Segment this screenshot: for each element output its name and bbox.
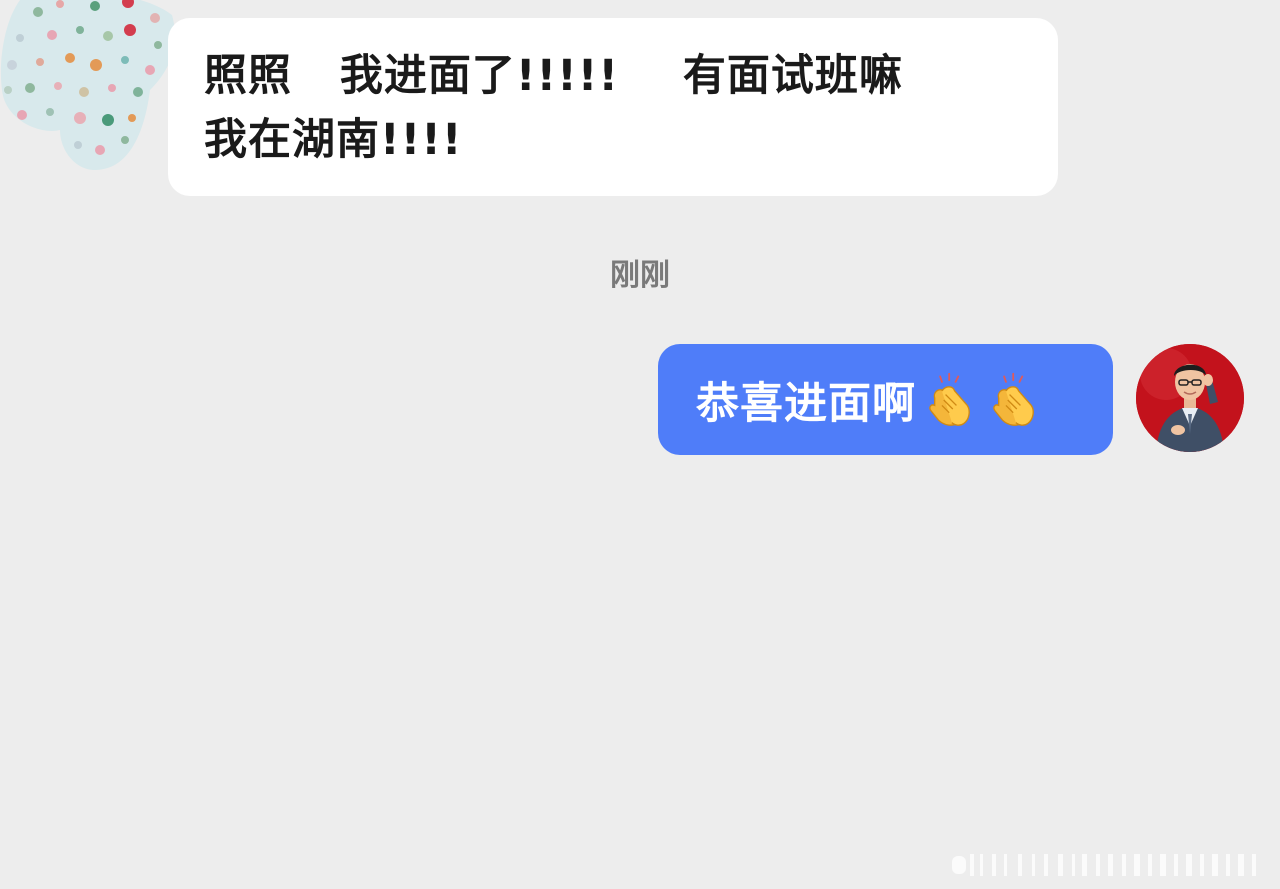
outgoing-message-bubble[interactable]: 恭喜进面啊: [658, 344, 1113, 455]
incoming-message-line: 照照 我进面了!!!!! 有面试班嘛: [204, 51, 903, 101]
incoming-message-bubble[interactable]: 照照 我进面了!!!!! 有面试班嘛 我在湖南!!!!: [168, 18, 1058, 196]
clapping-hands-icon: [922, 371, 980, 429]
outgoing-message-text: 恭喜进面啊: [696, 378, 916, 429]
chat-area: 照照 我进面了!!!!! 有面试班嘛 我在湖南!!!! 刚刚 恭喜进面啊: [0, 0, 1280, 889]
incoming-message-line: 我在湖南!!!!: [204, 115, 463, 165]
outgoing-avatar[interactable]: [1136, 344, 1244, 452]
clapping-hands-icon: [986, 371, 1044, 429]
watermark-bar: [948, 848, 1270, 882]
person-portrait-icon: [1136, 344, 1244, 452]
incoming-avatar[interactable]: [0, 0, 180, 175]
polka-dot-avatar-icon: [0, 0, 175, 170]
message-timestamp: 刚刚: [610, 258, 670, 293]
